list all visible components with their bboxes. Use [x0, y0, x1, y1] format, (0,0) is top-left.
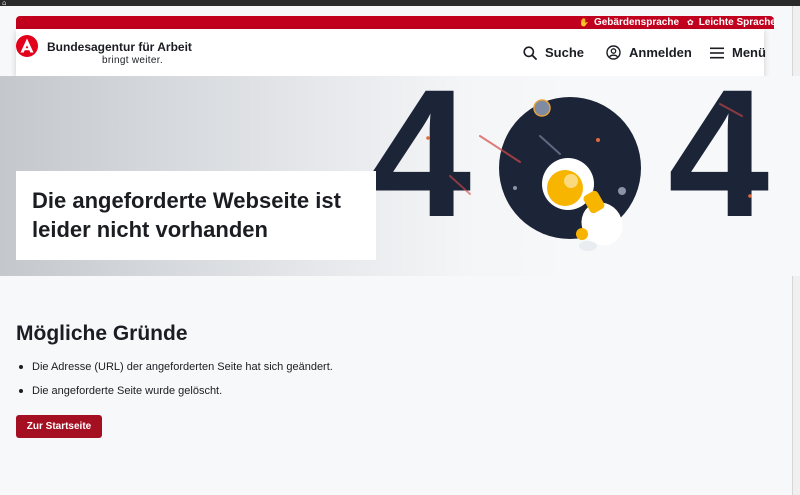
brand-tagline: bringt weiter. — [102, 55, 163, 66]
sign-language-label: Gebärdensprache — [593, 17, 680, 28]
error-code-4-left: 4 — [370, 76, 471, 255]
sign-language-link[interactable]: ✋ Gebärdensprache — [579, 16, 679, 29]
login-label: Anmelden — [629, 45, 692, 60]
list-item: Die angeforderte Seite wurde gelöscht. — [16, 384, 333, 398]
reason-text: Die angeforderte Seite wurde gelöscht. — [32, 385, 223, 397]
hero-title-box: Die angeforderte Webseite ist leider nic… — [16, 171, 376, 260]
hand-icon: ✋ — [579, 18, 589, 27]
browser-menu-icon: ⌂ — [2, 0, 7, 7]
menu-label: Menü — [732, 45, 766, 60]
reasons-title: Mögliche Gründe — [16, 322, 188, 345]
reasons-list: Die Adresse (URL) der angeforderten Seit… — [16, 360, 333, 408]
easy-language-label: Leichte Sprache — [698, 17, 776, 28]
error-404-illustration: 4 4 — [370, 76, 769, 255]
login-button[interactable]: Anmelden — [606, 29, 692, 76]
book-icon: ✿ — [687, 18, 694, 27]
home-button[interactable]: Zur Startseite — [16, 415, 102, 438]
bullet-icon — [19, 389, 23, 393]
list-item: Die Adresse (URL) der angeforderten Seit… — [16, 360, 333, 374]
browser-toolbar-strip: ⌂ — [0, 0, 800, 7]
menu-button[interactable]: Menü — [710, 29, 766, 76]
reason-text: Die Adresse (URL) der angeforderten Seit… — [32, 361, 333, 373]
ba-logo-icon[interactable] — [16, 35, 38, 57]
search-button[interactable]: Suche — [523, 29, 584, 76]
accessibility-bar: ✋ Gebärdensprache ✿ Leichte Sprache — [16, 16, 776, 29]
easy-language-link[interactable]: ✿ Leichte Sprache — [687, 16, 776, 29]
page-title: Die angeforderte Webseite ist leider nic… — [32, 188, 341, 242]
user-icon — [606, 45, 621, 60]
brand-name[interactable]: Bundesagentur für Arbeit — [47, 40, 192, 54]
search-icon — [523, 45, 537, 60]
search-label: Suche — [545, 45, 585, 60]
error-code-4-right: 4 — [668, 76, 769, 255]
hamburger-icon — [710, 47, 724, 58]
site-header: Bundesagentur für Arbeit bringt weiter. … — [16, 29, 766, 76]
bullet-icon — [19, 365, 23, 369]
